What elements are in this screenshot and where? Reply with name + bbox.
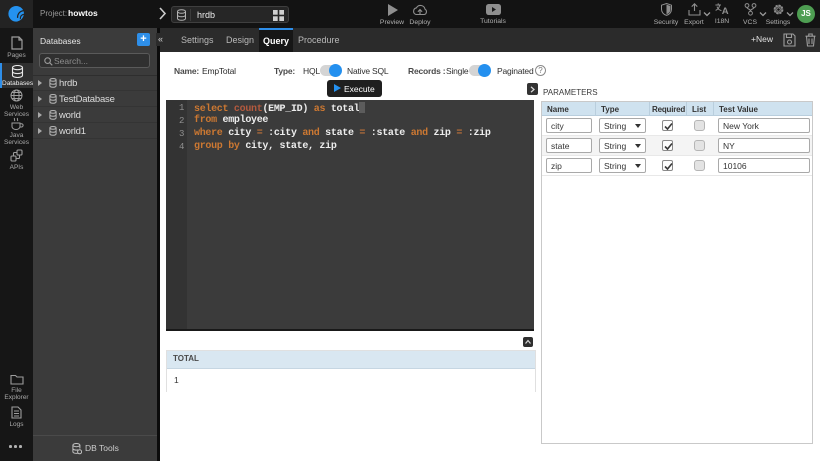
svg-text:A: A	[722, 6, 729, 15]
